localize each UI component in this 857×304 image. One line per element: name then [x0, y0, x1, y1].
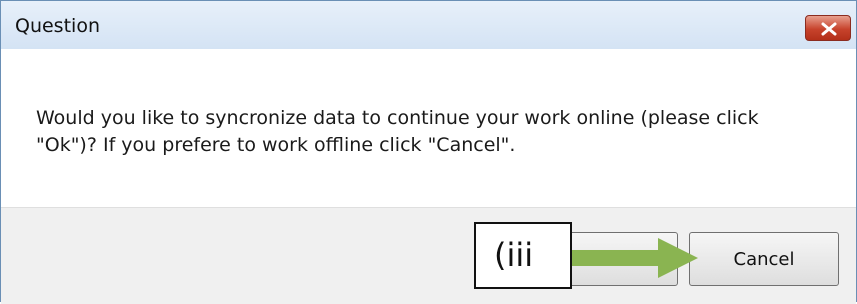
title-bar[interactable]: Question — [1, 1, 856, 49]
annotation-arrow — [572, 238, 698, 278]
message-line-1: Would you like to syncronize data to con… — [36, 107, 759, 129]
dialog-message: Would you like to syncronize data to con… — [36, 105, 816, 159]
close-button[interactable] — [805, 15, 851, 41]
question-dialog: Question Would you like to syncronize da… — [0, 0, 857, 304]
annotation-label-box: (iii — [474, 222, 572, 289]
cancel-button[interactable]: Cancel — [689, 232, 839, 286]
message-line-2: "Ok")? If you prefere to work offline cl… — [36, 134, 516, 156]
dialog-footer: Ok Cancel — [1, 207, 856, 304]
dialog-title: Question — [15, 15, 100, 37]
dialog-content: Would you like to syncronize data to con… — [1, 49, 856, 207]
close-icon — [821, 22, 837, 36]
